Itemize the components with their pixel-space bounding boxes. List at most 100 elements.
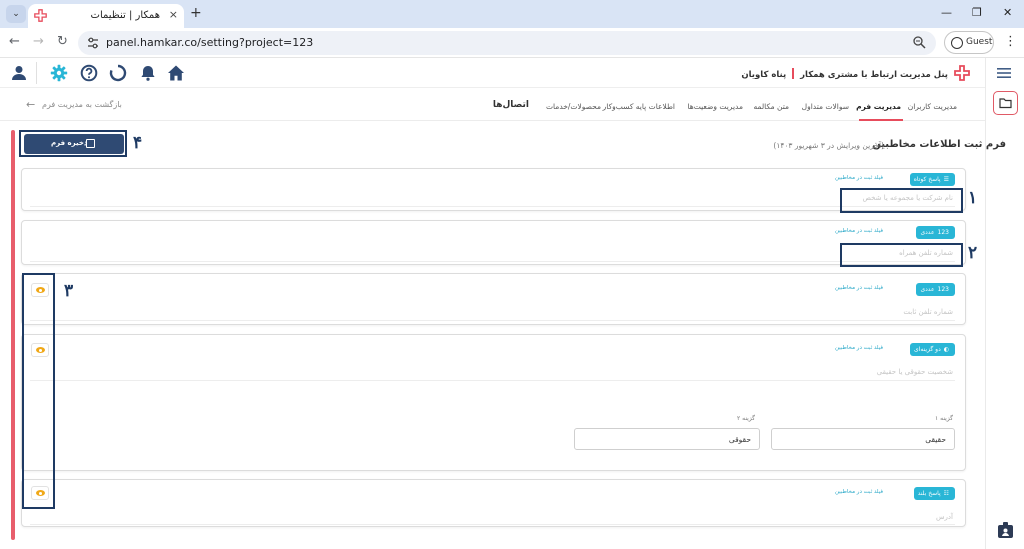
field-type-label: پاسخ کوتاه <box>913 176 941 183</box>
minimize-button[interactable]: — <box>941 6 952 19</box>
folder-icon <box>999 98 1012 109</box>
zoom-icon[interactable] <box>912 35 926 49</box>
tab-products-services[interactable]: محصولات/خدمات <box>546 102 601 111</box>
browser-toolbar: ← → ↻ panel.hamkar.co/setting?project=12… <box>0 28 1024 58</box>
home-icon[interactable] <box>167 64 185 82</box>
forward-button[interactable]: → <box>33 34 44 50</box>
annotation-number-3: ۳ <box>64 281 74 301</box>
field-type-chip: ◐دو گزینه‌ای <box>910 343 955 356</box>
number-icon: 123 <box>937 229 949 236</box>
field-type-label: پاسخ بلند <box>917 490 941 497</box>
loading-icon[interactable] <box>109 64 127 82</box>
form-title: فرم ثبت اطلاعات مخاطبین <box>872 139 1006 150</box>
hamkar-favicon-icon <box>34 9 47 22</box>
annotation-box-1 <box>840 188 963 213</box>
arrow-left-icon: ← <box>26 98 36 111</box>
field-card-address[interactable]: ☷پاسخ بلند فیلد ثبت در مخاطبین آدرس <box>21 479 966 527</box>
profile-icon <box>951 37 963 49</box>
field-underline <box>30 524 955 525</box>
field-type-chip: 123عددی <box>916 283 955 296</box>
tab-form-management[interactable]: مدیریت فرم <box>856 102 901 111</box>
brand-title: پنل مدیریت ارتباط با مشتری همکار پناه کا… <box>741 68 948 80</box>
field-type-label: عددی <box>920 286 935 293</box>
id-badge-icon[interactable] <box>997 521 1014 539</box>
browser-tab[interactable]: همکار | تنظیمات × <box>28 4 184 28</box>
field-subtitle: فیلد ثبت در مخاطبین <box>835 228 883 234</box>
address-bar[interactable]: panel.hamkar.co/setting?project=123 <box>78 31 936 55</box>
folder-button[interactable] <box>993 91 1018 115</box>
field-card-mobile[interactable]: 123عددی فیلد ثبت در مخاطبین شماره تلفن ه… <box>21 220 966 265</box>
reload-button[interactable]: ↻ <box>57 34 68 50</box>
brand-company: پناه کاویان <box>741 70 787 80</box>
back-button[interactable]: ← <box>9 34 20 50</box>
brand-separator <box>792 68 795 79</box>
annotation-box-2 <box>840 243 963 267</box>
tab-business-info[interactable]: اطلاعات پایه کسب‌وکار <box>603 102 675 111</box>
tab-close-icon[interactable]: × <box>169 8 178 21</box>
hamkar-logo-icon <box>954 65 970 81</box>
browser-tab-strip: ⌄ همکار | تنظیمات × + — ❐ ✕ <box>0 0 1024 28</box>
close-window-button[interactable]: ✕ <box>1003 6 1012 19</box>
annotation-box-3 <box>22 273 55 509</box>
option-2-value: حقوقی <box>728 435 751 444</box>
field-subtitle: فیلد ثبت در مخاطبین <box>835 489 883 495</box>
site-info-icon[interactable] <box>86 36 100 50</box>
profile-label: Guest <box>966 37 993 47</box>
hamburger-menu-icon[interactable] <box>996 66 1012 80</box>
bell-icon[interactable] <box>139 64 157 82</box>
field-placeholder[interactable]: شخصیت حقوقی یا حقیقی <box>877 368 953 376</box>
brand: پنل مدیریت ارتباط با مشتری همکار پناه کا… <box>710 65 970 83</box>
field-type-label: عددی <box>920 229 935 236</box>
field-card-landline[interactable]: 123عددی فیلد ثبت در مخاطبین شماره تلفن ث… <box>21 273 966 325</box>
maximize-button[interactable]: ❐ <box>972 6 982 19</box>
long-answer-icon: ☷ <box>943 490 949 497</box>
tab-integrations[interactable]: اتصال‌ها <box>493 100 529 110</box>
option-1-input[interactable]: حقیقی <box>771 428 955 450</box>
tab-conversation-script[interactable]: متن مکالمه <box>754 102 789 111</box>
field-type-chip: ☰پاسخ کوتاه <box>909 173 955 186</box>
option-1-label: گزینه ۱ <box>934 415 953 422</box>
short-answer-icon: ☰ <box>943 176 949 183</box>
tab-faq[interactable]: سوالات متداول <box>802 102 849 111</box>
annotation-number-1: ۱ <box>968 188 978 208</box>
right-rail <box>985 58 1024 549</box>
help-icon[interactable] <box>80 64 98 82</box>
profile-button[interactable]: Guest <box>944 31 994 54</box>
form-accent-bar <box>11 130 15 540</box>
url-text: panel.hamkar.co/setting?project=123 <box>106 36 314 49</box>
field-placeholder[interactable]: شماره تلفن ثابت <box>903 308 953 316</box>
back-label: بازگشت به مدیریت فرم <box>42 100 122 109</box>
tab-search-button[interactable]: ⌄ <box>6 5 26 23</box>
field-subtitle: فیلد ثبت در مخاطبین <box>835 175 883 181</box>
field-underline <box>30 206 955 207</box>
tab-title: همکار | تنظیمات <box>90 10 160 21</box>
settings-icon[interactable] <box>50 64 68 82</box>
field-underline <box>30 380 955 381</box>
field-card-company-name[interactable]: ☰پاسخ کوتاه فیلد ثبت در مخاطبین نام شرکت… <box>21 168 966 211</box>
tab-status-management[interactable]: مدیریت وضعیت‌ها <box>688 102 744 111</box>
form-last-edit: (آخرین ویرایش در ۳ شهریور ۱۴۰۳) <box>773 141 884 150</box>
browser-menu-icon[interactable]: ⋮ <box>1004 34 1017 50</box>
field-underline <box>30 261 955 262</box>
active-tab-indicator <box>859 119 903 121</box>
header-divider <box>36 62 37 84</box>
number-icon: 123 <box>937 286 949 293</box>
annotation-box-4 <box>19 130 127 157</box>
option-1-value: حقیقی <box>925 435 946 444</box>
field-underline <box>30 320 955 321</box>
user-icon[interactable] <box>10 64 28 82</box>
app-header: پنل مدیریت ارتباط با مشتری همکار پناه کا… <box>0 58 985 88</box>
settings-nav: ← بازگشت به مدیریت فرم مدیریت کاربران مد… <box>0 89 985 121</box>
field-card-entity-type[interactable]: ◐دو گزینه‌ای فیلد ثبت در مخاطبین شخصیت ح… <box>21 334 966 471</box>
annotation-number-2: ۲ <box>968 243 978 263</box>
tab-user-management[interactable]: مدیریت کاربران <box>908 102 957 111</box>
field-subtitle: فیلد ثبت در مخاطبین <box>835 285 883 291</box>
new-tab-button[interactable]: + <box>190 5 202 21</box>
field-type-chip: 123عددی <box>916 226 955 239</box>
brand-title-text: پنل مدیریت ارتباط با مشتری همکار <box>800 70 948 80</box>
option-2-label: گزینه ۲ <box>736 415 755 422</box>
field-type-chip: ☷پاسخ بلند <box>913 487 955 500</box>
field-placeholder[interactable]: آدرس <box>936 513 953 521</box>
field-type-label: دو گزینه‌ای <box>914 346 941 353</box>
option-2-input[interactable]: حقوقی <box>574 428 760 450</box>
